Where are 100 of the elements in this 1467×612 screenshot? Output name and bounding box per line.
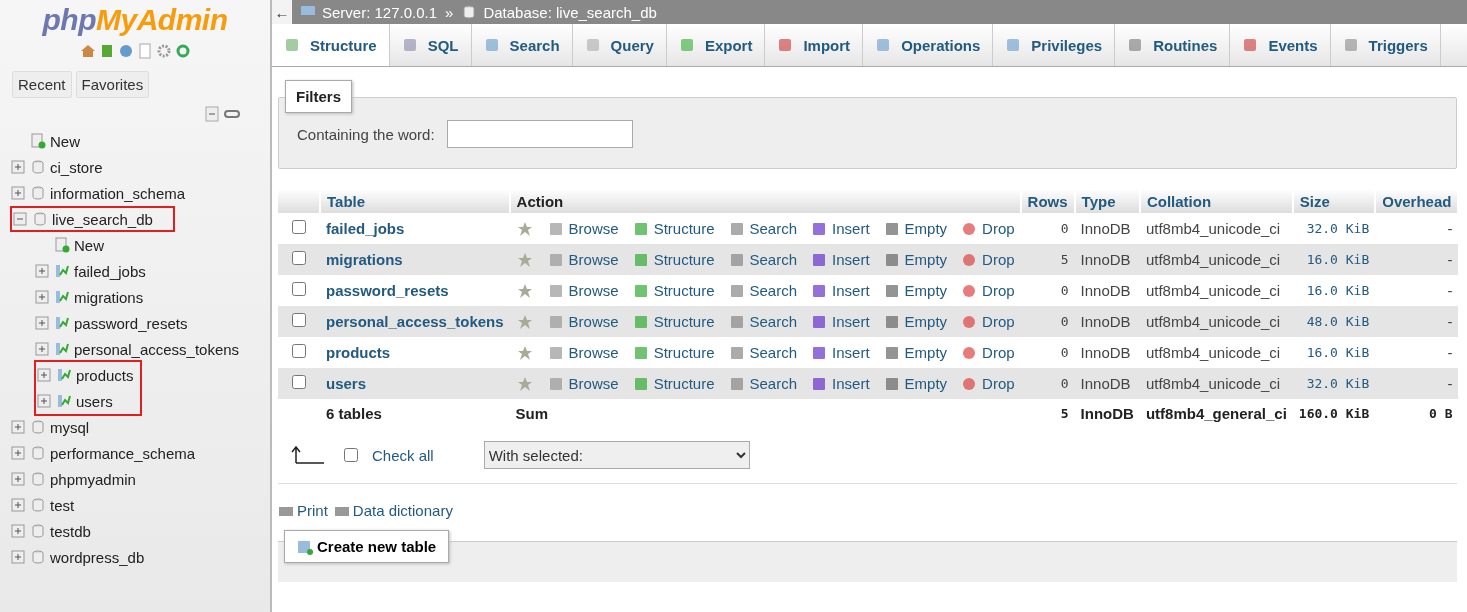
action-link[interactable]: Empty [883, 375, 948, 392]
action-link[interactable]: Search [728, 344, 798, 361]
action-link[interactable]: Search [728, 220, 798, 237]
tree-item[interactable]: performance_schema [50, 444, 196, 462]
action-link[interactable]: Insert [811, 220, 870, 237]
row-checkbox[interactable] [292, 344, 306, 358]
action-link[interactable]: Empty [883, 282, 948, 299]
tree-item[interactable]: phpmyadmin [50, 470, 136, 488]
action-link[interactable]: Insert [811, 344, 870, 361]
expand-icon[interactable] [34, 341, 50, 357]
action-link[interactable]: Structure [632, 313, 715, 330]
tab[interactable]: Routines [1115, 24, 1231, 66]
expand-icon[interactable] [34, 289, 50, 305]
action-link[interactable]: Browse [547, 220, 619, 237]
tab[interactable]: Search [471, 24, 573, 66]
action-link[interactable]: Search [728, 313, 798, 330]
tab[interactable]: Operations [863, 24, 994, 66]
tree-item[interactable]: live_search_db [52, 210, 153, 228]
action-link[interactable]: Empty [883, 251, 948, 268]
action-link[interactable]: Structure [632, 251, 715, 268]
footer-link[interactable]: Print [278, 502, 328, 519]
header-cell[interactable]: Rows [1020, 189, 1075, 213]
tab[interactable]: Structure [272, 24, 390, 66]
tree-item[interactable]: users [76, 392, 113, 410]
action-link[interactable]: Empty [883, 344, 948, 361]
header-cell[interactable]: Overhead [1375, 189, 1459, 213]
action-link[interactable]: Empty [883, 220, 948, 237]
row-checkbox[interactable] [292, 375, 306, 389]
row-checkbox[interactable] [292, 251, 306, 265]
action-link[interactable]: Browse [547, 313, 619, 330]
table-name-link[interactable]: personal_access_tokens [326, 313, 504, 330]
tab[interactable]: Privileges [993, 24, 1116, 66]
create-table-button[interactable]: Create new table [284, 530, 450, 563]
expand-icon[interactable] [34, 263, 50, 279]
expand-icon[interactable] [10, 445, 26, 461]
action-link[interactable]: Drop [961, 313, 1015, 330]
server-link[interactable]: Server: 127.0.0.1 [300, 3, 438, 21]
action-link[interactable]: Drop [961, 344, 1015, 361]
table-name-link[interactable]: users [326, 375, 367, 392]
tab[interactable]: Events [1230, 24, 1331, 66]
footer-link[interactable]: Data dictionary [333, 502, 453, 519]
action-link[interactable]: Structure [632, 282, 715, 299]
tree-item[interactable]: failed_jobs [74, 262, 146, 280]
expand-icon[interactable] [36, 393, 52, 409]
table-name-link[interactable]: failed_jobs [326, 220, 405, 237]
action-link[interactable]: Drop [961, 375, 1015, 392]
action-link[interactable]: Browse [547, 282, 619, 299]
tab[interactable]: Triggers [1330, 24, 1441, 66]
back-button[interactable]: ← [272, 0, 292, 24]
expand-icon[interactable] [10, 185, 26, 201]
tree-item[interactable]: mysql [50, 418, 90, 436]
tree-item[interactable]: testdb [50, 522, 91, 540]
row-checkbox[interactable] [292, 282, 306, 296]
table-name-link[interactable]: password_resets [326, 282, 449, 299]
expand-icon[interactable] [10, 549, 26, 565]
expand-icon[interactable] [10, 159, 26, 175]
action-link[interactable]: Search [728, 375, 798, 392]
action-link[interactable]: Drop [961, 220, 1015, 237]
tree-item[interactable]: password_resets [74, 314, 188, 332]
tab[interactable]: SQL [389, 24, 472, 66]
tree-item[interactable]: wordpress_db [50, 548, 145, 566]
header-cell[interactable]: Collation [1139, 189, 1293, 213]
row-checkbox[interactable] [292, 220, 306, 234]
header-cell[interactable]: Table [320, 189, 510, 213]
header-cell[interactable]: Type [1074, 189, 1140, 213]
collapse-icon[interactable] [12, 211, 28, 227]
nav-tab[interactable]: Recent [12, 71, 72, 98]
action-link[interactable]: Insert [811, 251, 870, 268]
action-link[interactable]: Browse [547, 375, 619, 392]
action-link[interactable]: Structure [632, 220, 715, 237]
filter-input[interactable] [446, 120, 633, 148]
action-link[interactable]: Search [728, 251, 798, 268]
header-cell[interactable]: Size [1292, 189, 1376, 213]
nav-tab[interactable]: Favorites [75, 71, 150, 98]
tree-item[interactable]: ci_store [50, 158, 103, 176]
tree-item[interactable]: personal_access_tokens [74, 340, 240, 358]
tab[interactable]: Import [765, 24, 864, 66]
tree-item[interactable]: test [50, 496, 75, 514]
expand-icon[interactable] [10, 471, 26, 487]
action-link[interactable]: Browse [547, 251, 619, 268]
tree-item[interactable]: New [50, 132, 80, 150]
action-link[interactable]: Browse [547, 344, 619, 361]
expand-icon[interactable] [34, 315, 50, 331]
expand-icon[interactable] [10, 419, 26, 435]
action-link[interactable]: Structure [632, 344, 715, 361]
action-link[interactable]: Search [728, 282, 798, 299]
expand-icon[interactable] [10, 523, 26, 539]
action-link[interactable]: Insert [811, 313, 870, 330]
with-selected-dropdown[interactable]: With selected: [483, 441, 750, 469]
action-link[interactable]: Drop [961, 282, 1015, 299]
database-link[interactable]: Database: live_search_db [461, 3, 657, 21]
action-link[interactable]: Empty [883, 313, 948, 330]
tree-item[interactable]: information_schema [50, 184, 186, 202]
table-name-link[interactable]: products [326, 344, 391, 361]
action-link[interactable]: Structure [632, 375, 715, 392]
action-link[interactable]: Insert [811, 375, 870, 392]
row-checkbox[interactable] [292, 313, 306, 327]
tree-item[interactable]: products [76, 366, 134, 384]
tree-item[interactable]: New [74, 236, 104, 254]
tree-item[interactable]: migrations [74, 288, 144, 306]
